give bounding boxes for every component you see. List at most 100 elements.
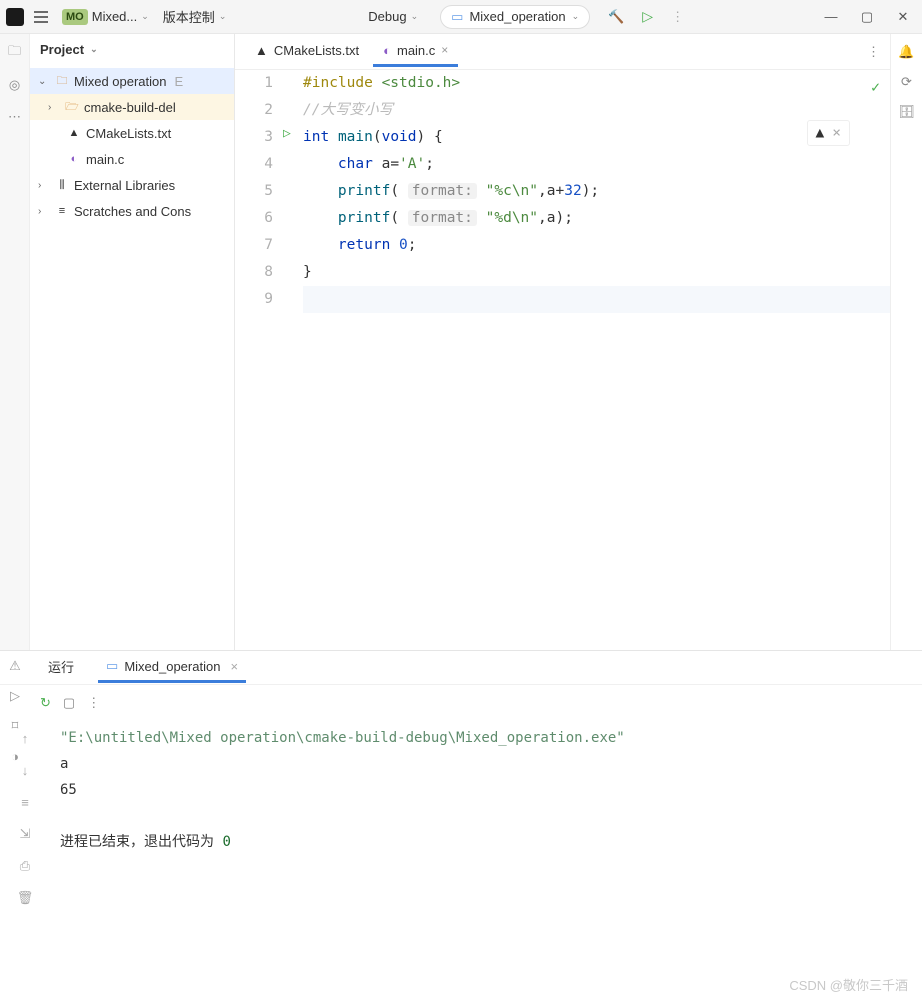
chevron-down-icon: ⌄: [411, 11, 419, 22]
soft-wrap-icon[interactable]: ≡: [14, 791, 36, 813]
maximize-button[interactable]: ▢: [854, 5, 880, 29]
project-panel: Project ⌄ ⌄ 🗀 Mixed operation E › 🗁 cmak…: [30, 34, 235, 650]
cmake-file-icon: ▲: [255, 43, 268, 58]
vcs-label: 版本控制: [163, 7, 215, 26]
close-icon[interactable]: ×: [832, 125, 841, 141]
debug-icon[interactable]: ◑: [5, 746, 25, 766]
panel-title: Project: [40, 42, 84, 57]
window-icon: ▭: [451, 9, 463, 25]
editor-area: ▲ CMakeLists.txt ◐ main.c × ⋮ 123456789 …: [235, 34, 890, 650]
more-icon[interactable]: ⋮: [87, 695, 100, 711]
tree-folder[interactable]: › 🗁 cmake-build-del: [30, 94, 234, 120]
left-toolbar: 🗀 ◎ ⋯: [0, 34, 30, 650]
chevron-down-icon: ⌄: [219, 11, 227, 22]
watermark: CSDN @敬你三千酒: [789, 975, 908, 994]
editor-tabs: ▲ CMakeLists.txt ◐ main.c × ⋮: [235, 34, 890, 70]
build-config-dropdown[interactable]: Debug ⌄: [364, 7, 422, 26]
run-tab-label: Mixed_operation: [124, 659, 220, 674]
inspection-widget[interactable]: ▲ ×: [807, 120, 850, 146]
trash-icon[interactable]: 🗑: [14, 887, 36, 909]
console-output[interactable]: "E:\untitled\Mixed operation\cmake-build…: [50, 721, 922, 1002]
scroll-end-icon[interactable]: ⇲: [14, 823, 36, 845]
console-path: "E:\untitled\Mixed operation\cmake-build…: [60, 725, 912, 751]
more-icon[interactable]: ⋮: [671, 9, 684, 25]
tree-file-cmake[interactable]: ▲ CMakeLists.txt: [30, 120, 234, 146]
project-name: Mixed...: [92, 9, 138, 24]
project-tree: ⌄ 🗀 Mixed operation E › 🗁 cmake-build-de…: [30, 64, 234, 228]
chevron-right-icon: ›: [48, 102, 60, 113]
warning-icon[interactable]: ⚠: [5, 656, 25, 676]
run-config-dropdown[interactable]: ▭ Mixed_operation ⌄: [440, 5, 590, 29]
tree-scratches[interactable]: › ≡ Scratches and Cons: [30, 198, 234, 224]
project-badge: MO: [62, 9, 88, 25]
rerun-icon[interactable]: ↻: [40, 695, 51, 711]
titlebar: MO Mixed... ⌄ 版本控制 ⌄ Debug ⌄ ▭ Mixed_ope…: [0, 0, 922, 34]
tree-file-main[interactable]: ◐ main.c: [30, 146, 234, 172]
run-config-tab[interactable]: ▭ Mixed_operation ×: [98, 652, 246, 683]
console-line: 65: [60, 777, 912, 803]
close-button[interactable]: ✕: [890, 5, 916, 29]
run-play-icon[interactable]: ▷: [5, 686, 25, 706]
tab-menu-icon[interactable]: ⋮: [867, 44, 880, 60]
tab-cmakelists[interactable]: ▲ CMakeLists.txt: [245, 37, 369, 67]
cmake-reload-icon: ▲: [816, 125, 825, 141]
tab-main-c[interactable]: ◐ main.c ×: [373, 37, 458, 67]
vcs-dropdown[interactable]: 版本控制 ⌄: [159, 5, 231, 28]
chevron-down-icon: ⌄: [572, 11, 580, 22]
project-panel-header[interactable]: Project ⌄: [30, 34, 234, 64]
main-menu-icon[interactable]: [30, 7, 52, 27]
c-file-icon: ◐: [66, 151, 82, 167]
tree-label: External Libraries: [74, 178, 175, 193]
print-icon[interactable]: ⎙: [14, 855, 36, 877]
tree-external-libs[interactable]: › ⫼ External Libraries: [30, 172, 234, 198]
c-file-icon: ◐: [383, 43, 391, 58]
problems-ok-icon[interactable]: ✓: [871, 78, 880, 96]
run-gutter-icon[interactable]: ▷: [283, 126, 291, 141]
tree-label: Scratches and Cons: [74, 204, 191, 219]
notifications-icon[interactable]: 🔔: [898, 44, 914, 60]
right-toolbar: 🔔 ⟳ 🗄: [890, 34, 922, 650]
tree-label: main.c: [86, 152, 124, 167]
chevron-down-icon: ⌄: [90, 44, 98, 55]
main-area: 🗀 ◎ ⋯ Project ⌄ ⌄ 🗀 Mixed operation E › …: [0, 34, 922, 650]
bottom-left-toolbar: ⚠ ▷ ⌑ ◑: [0, 650, 30, 766]
app-icon: [6, 8, 24, 26]
structure-icon[interactable]: ⋯: [6, 108, 24, 126]
commit-icon[interactable]: ◎: [6, 76, 24, 94]
build-icon[interactable]: 🔨: [608, 9, 624, 25]
run-icon[interactable]: ▷: [642, 8, 653, 25]
console-line: a: [60, 751, 912, 777]
tree-suffix: E: [175, 74, 184, 89]
scratch-icon: ≡: [54, 203, 70, 219]
database-icon[interactable]: 🗄: [898, 104, 915, 120]
run-panel: 运行 ▭ Mixed_operation × ↻ ▢ ⋮ ↑ ↓ ≡ ⇲ ⎙ 🗑…: [0, 650, 922, 1002]
ai-icon[interactable]: ⟳: [901, 74, 912, 90]
folder-icon[interactable]: 🗀: [6, 44, 24, 62]
close-icon[interactable]: ×: [230, 659, 238, 674]
stop-icon[interactable]: ▢: [63, 695, 75, 711]
close-icon[interactable]: ×: [441, 43, 448, 57]
code-editor[interactable]: 123456789 ▷ #include <stdio.h> //大写变小写 i…: [235, 70, 890, 650]
chevron-right-icon: ›: [38, 180, 50, 191]
run-toolbar: ↻ ▢ ⋮: [0, 685, 922, 721]
window-icon: ▭: [106, 658, 118, 674]
tree-label: Mixed operation: [74, 74, 167, 89]
cmake-file-icon: ▲: [66, 125, 82, 141]
chevron-down-icon: ⌄: [38, 76, 50, 87]
chevron-down-icon: ⌄: [141, 11, 149, 22]
chevron-right-icon: ›: [38, 206, 50, 217]
config-label: Debug: [368, 9, 406, 24]
tab-label: main.c: [397, 43, 435, 58]
tree-root[interactable]: ⌄ 🗀 Mixed operation E: [30, 68, 234, 94]
gutter: 123456789: [235, 70, 281, 650]
run-panel-tabs: 运行 ▭ Mixed_operation ×: [0, 651, 922, 685]
folder-open-icon: 🗁: [64, 99, 80, 115]
minimize-button[interactable]: —: [818, 5, 844, 29]
project-dropdown[interactable]: MO Mixed... ⌄: [58, 7, 153, 27]
run-config-label: Mixed_operation: [469, 9, 565, 24]
code-body: #include <stdio.h> //大写变小写 int main(void…: [281, 70, 890, 650]
console-exit-line: 进程已结束，退出代码为 0: [60, 829, 912, 855]
terminal-icon[interactable]: ⌑: [5, 716, 25, 736]
run-tab[interactable]: 运行: [40, 651, 82, 685]
library-icon: ⫼: [54, 177, 70, 193]
